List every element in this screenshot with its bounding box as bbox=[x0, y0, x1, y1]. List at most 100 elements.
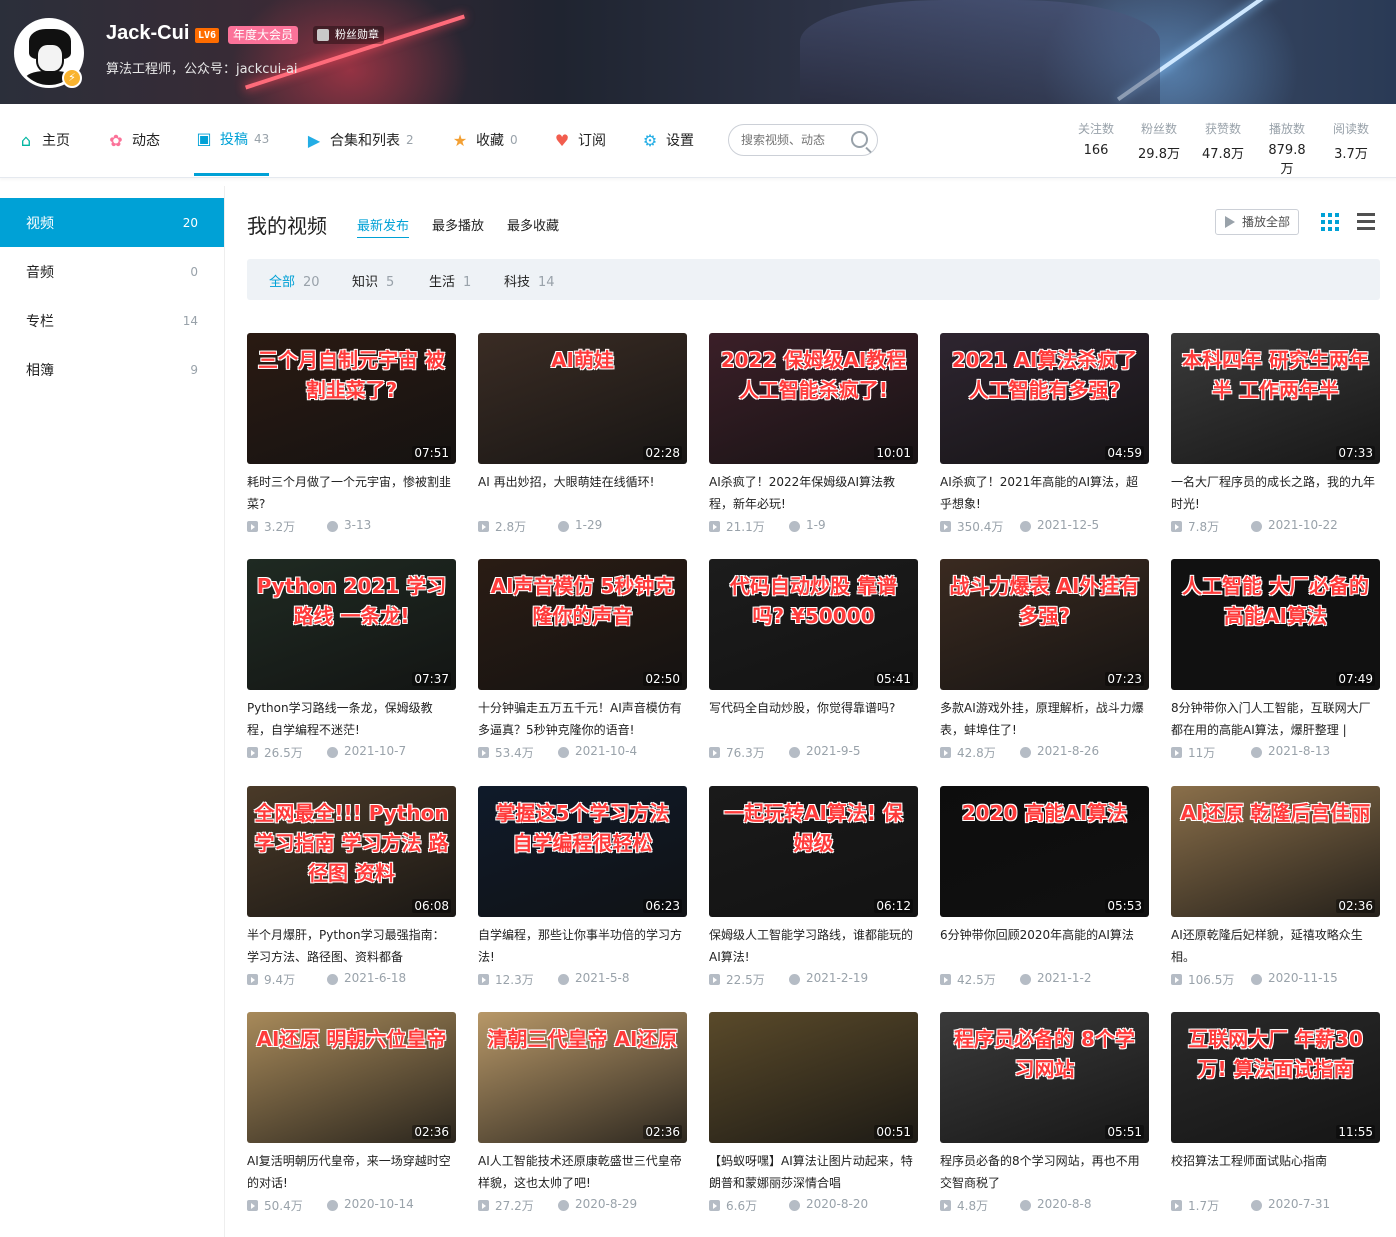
video-card[interactable]: AI萌娃 02:28 AI 再出妙招，大眼萌娃在线循环! 2.8万 1-29 bbox=[478, 333, 687, 543]
tab-settings[interactable]: ⚙ 设置 bbox=[640, 104, 694, 176]
stat-followers-label: 粉丝数 bbox=[1140, 122, 1177, 136]
video-thumbnail[interactable]: 2022 保姆级AI教程 人工智能杀疯了! 10:01 bbox=[709, 333, 918, 464]
stat-followers[interactable]: 粉丝数 29.8万 bbox=[1137, 120, 1181, 162]
video-thumbnail[interactable]: 程序员必备的 8个学习网站 05:51 bbox=[940, 1012, 1149, 1143]
stat-following[interactable]: 关注数 166 bbox=[1074, 120, 1118, 158]
play-count: 11万 bbox=[1188, 746, 1216, 760]
video-thumbnail[interactable]: 掌握这5个学习方法 自学编程很轻松 06:23 bbox=[478, 786, 687, 917]
play-count-icon bbox=[478, 974, 489, 985]
video-title[interactable]: 一名大厂程序员的成长之路，我的九年时光! bbox=[1171, 471, 1380, 515]
grid-view-icon[interactable] bbox=[1321, 213, 1339, 231]
video-thumbnail[interactable]: 人工智能 大厂必备的高能AI算法 07:49 bbox=[1171, 559, 1380, 690]
video-title[interactable]: AI杀疯了！2021年高能的AI算法，超乎想象! bbox=[940, 471, 1149, 515]
vip-badge[interactable]: 年度大会员 bbox=[228, 26, 299, 44]
list-view-icon[interactable] bbox=[1357, 213, 1375, 231]
video-card[interactable]: 本科四年 研究生两年半 工作两年半 07:33 一名大厂程序员的成长之路，我的九年时… bbox=[1171, 333, 1380, 543]
video-card[interactable]: 清朝三代皇帝 AI还原 02:36 AI人工智能技术还原康乾盛世三代皇帝样貌，这也太… bbox=[478, 1012, 687, 1222]
tab-upload-count: 43 bbox=[254, 131, 270, 146]
tab-upload[interactable]: ▣ 投稿 43 bbox=[194, 104, 270, 176]
tab-subscribe[interactable]: ♥ 订阅 bbox=[552, 104, 606, 176]
video-thumbnail[interactable]: 2020 高能AI算法 05:53 bbox=[940, 786, 1149, 917]
video-thumbnail[interactable]: 战斗力爆表 AI外挂有多强? 07:23 bbox=[940, 559, 1149, 690]
tab-collections[interactable]: ▶ 合集和列表 2 bbox=[304, 104, 414, 176]
video-thumbnail[interactable]: 00:51 bbox=[709, 1012, 918, 1143]
tab-dynamic[interactable]: ✿ 动态 bbox=[106, 104, 160, 176]
play-all-button[interactable]: 播放全部 bbox=[1215, 209, 1300, 235]
video-card[interactable]: 程序员必备的 8个学习网站 05:51 程序员必备的8个学习网站，再也不用交智商税了… bbox=[940, 1012, 1149, 1222]
video-thumbnail[interactable]: AI还原 乾隆后宫佳丽 02:36 bbox=[1171, 786, 1380, 917]
sidebar-item-video[interactable]: 视频 20 bbox=[0, 198, 224, 247]
video-title[interactable]: 写代码全自动炒股，你觉得靠谱吗? bbox=[709, 697, 918, 741]
filter-life[interactable]: 生活 1 bbox=[429, 271, 471, 290]
play-count-icon bbox=[1171, 974, 1182, 985]
clock-icon bbox=[558, 1200, 569, 1211]
play-count-icon bbox=[247, 974, 258, 985]
video-title[interactable]: Python学习路线一条龙，保姆级教程，自学编程不迷茫! bbox=[247, 697, 456, 741]
tab-home[interactable]: ⌂ 主页 bbox=[16, 104, 70, 176]
filter-tech[interactable]: 科技 14 bbox=[504, 271, 555, 290]
tab-favorites[interactable]: ★ 收藏 0 bbox=[450, 104, 518, 176]
video-card[interactable]: 2020 高能AI算法 05:53 6分钟带你回顾2020年高能的AI算法 42.5万… bbox=[940, 786, 1149, 996]
video-title[interactable]: 保姆级人工智能学习路线，谁都能玩的AI算法! bbox=[709, 924, 918, 968]
video-meta: 26.5万 2021-10-7 bbox=[247, 744, 456, 760]
video-card[interactable]: AI还原 乾隆后宫佳丽 02:36 AI还原乾隆后妃样貌，延禧攻略众生相。 106.5… bbox=[1171, 786, 1380, 996]
sort-most-played[interactable]: 最多播放 bbox=[432, 215, 484, 234]
sort-latest[interactable]: 最新发布 bbox=[357, 215, 410, 238]
video-card[interactable]: Python 2021 学习路线 一条龙! 07:37 Python学习路线一条龙，… bbox=[247, 559, 456, 769]
video-title[interactable]: 多款AI游戏外挂，原理解析，战斗力爆表，蚌埠住了! bbox=[940, 697, 1149, 741]
video-card[interactable]: 2022 保姆级AI教程 人工智能杀疯了! 10:01 AI杀疯了！2022年保姆级… bbox=[709, 333, 918, 543]
filter-knowledge[interactable]: 知识 5 bbox=[352, 271, 394, 290]
search-input[interactable] bbox=[741, 125, 851, 155]
video-title[interactable]: AI杀疯了！2022年保姆级AI算法教程，新年必玩! bbox=[709, 471, 918, 515]
video-title[interactable]: AI人工智能技术还原康乾盛世三代皇帝样貌，这也太帅了吧! bbox=[478, 1150, 687, 1194]
video-thumbnail[interactable]: AI还原 明朝六位皇帝 02:36 bbox=[247, 1012, 456, 1143]
video-thumbnail[interactable]: 一起玩转AI算法! 保姆级 06:12 bbox=[709, 786, 918, 917]
video-duration: 05:51 bbox=[1105, 1125, 1144, 1139]
sidebar-item-album[interactable]: 相簿 9 bbox=[0, 345, 224, 394]
video-card[interactable]: 互联网大厂 年薪30万! 算法面试指南 11:55 校招算法工程师面试贴心指南 1.7… bbox=[1171, 1012, 1380, 1222]
username: Jack-Cui bbox=[106, 22, 190, 44]
video-thumbnail[interactable]: 代码自动炒股 靠谱吗? ¥50000 05:41 bbox=[709, 559, 918, 690]
video-card[interactable]: 一起玩转AI算法! 保姆级 06:12 保姆级人工智能学习路线，谁都能玩的AI算法!… bbox=[709, 786, 918, 996]
video-card[interactable]: AI还原 明朝六位皇帝 02:36 AI复活明朝历代皇帝，来一场穿越时空的对话! 50… bbox=[247, 1012, 456, 1222]
filter-all[interactable]: 全部 20 bbox=[269, 271, 320, 290]
video-card[interactable]: 全网最全!!! Python学习指南 学习方法 路径图 资料 06:08 半个月爆肝… bbox=[247, 786, 456, 996]
video-title[interactable]: AI 再出妙招，大眼萌娃在线循环! bbox=[478, 471, 687, 515]
video-thumbnail[interactable]: Python 2021 学习路线 一条龙! 07:37 bbox=[247, 559, 456, 690]
video-title[interactable]: AI复活明朝历代皇帝，来一场穿越时空的对话! bbox=[247, 1150, 456, 1194]
video-thumbnail[interactable]: AI萌娃 02:28 bbox=[478, 333, 687, 464]
video-thumbnail[interactable]: 本科四年 研究生两年半 工作两年半 07:33 bbox=[1171, 333, 1380, 464]
video-title[interactable]: 十分钟骗走五万五千元！AI声音模仿有多逼真？5秒钟克隆你的语音! bbox=[478, 697, 687, 741]
video-thumbnail[interactable]: 三个月自制元宇宙 被割韭菜了? 07:51 bbox=[247, 333, 456, 464]
video-thumbnail[interactable]: AI声音模仿 5秒钟克隆你的声音 02:50 bbox=[478, 559, 687, 690]
video-card[interactable]: 2021 AI算法杀疯了 人工智能有多强? 04:59 AI杀疯了！2021年高能的… bbox=[940, 333, 1149, 543]
video-thumbnail[interactable]: 2021 AI算法杀疯了 人工智能有多强? 04:59 bbox=[940, 333, 1149, 464]
video-title[interactable]: 8分钟带你入门人工智能，互联网大厂都在用的高能AI算法，爆肝整理 | bbox=[1171, 697, 1380, 741]
filter-count: 20 bbox=[303, 275, 320, 290]
video-card[interactable]: 战斗力爆表 AI外挂有多强? 07:23 多款AI游戏外挂，原理解析，战斗力爆表，蚌… bbox=[940, 559, 1149, 769]
video-card[interactable]: 三个月自制元宇宙 被割韭菜了? 07:51 耗时三个月做了一个元宇宙，惨被割韭菜? 3… bbox=[247, 333, 456, 543]
video-title[interactable]: 耗时三个月做了一个元宇宙，惨被割韭菜? bbox=[247, 471, 456, 515]
video-card[interactable]: 00:51 【蚂蚁呀嘿】AI算法让图片动起来，特朗普和蒙娜丽莎深情合唱 6.6万 20… bbox=[709, 1012, 918, 1222]
sidebar-item-column[interactable]: 专栏 14 bbox=[0, 296, 224, 345]
publish-date: 2021-12-5 bbox=[1037, 518, 1100, 532]
sidebar-item-audio[interactable]: 音频 0 bbox=[0, 247, 224, 296]
video-title[interactable]: 【蚂蚁呀嘿】AI算法让图片动起来，特朗普和蒙娜丽莎深情合唱 bbox=[709, 1150, 918, 1194]
video-card[interactable]: 掌握这5个学习方法 自学编程很轻松 06:23 自学编程，那些让你事半功倍的学习方法… bbox=[478, 786, 687, 996]
video-title[interactable]: 程序员必备的8个学习网站，再也不用交智商税了 bbox=[940, 1150, 1149, 1194]
video-title[interactable]: 自学编程，那些让你事半功倍的学习方法! bbox=[478, 924, 687, 968]
fan-medal-badge[interactable]: 粉丝勋章 bbox=[313, 26, 384, 44]
video-thumbnail[interactable]: 互联网大厂 年薪30万! 算法面试指南 11:55 bbox=[1171, 1012, 1380, 1143]
video-card[interactable]: AI声音模仿 5秒钟克隆你的声音 02:50 十分钟骗走五万五千元！AI声音模仿有多… bbox=[478, 559, 687, 769]
search-icon[interactable] bbox=[851, 131, 868, 148]
video-title[interactable]: AI还原乾隆后妃样貌，延禧攻略众生相。 bbox=[1171, 924, 1380, 968]
sort-most-favorited[interactable]: 最多收藏 bbox=[507, 215, 559, 234]
video-card[interactable]: 代码自动炒股 靠谱吗? ¥50000 05:41 写代码全自动炒股，你觉得靠谱吗? 7… bbox=[709, 559, 918, 769]
video-title[interactable]: 校招算法工程师面试贴心指南 bbox=[1171, 1150, 1380, 1194]
video-card[interactable]: 人工智能 大厂必备的高能AI算法 07:49 8分钟带你入门人工智能，互联网大厂都在… bbox=[1171, 559, 1380, 769]
video-thumbnail[interactable]: 清朝三代皇帝 AI还原 02:36 bbox=[478, 1012, 687, 1143]
video-title[interactable]: 半个月爆肝，Python学习最强指南：学习方法、路径图、资料都备 bbox=[247, 924, 456, 968]
video-title[interactable]: 6分钟带你回顾2020年高能的AI算法 bbox=[940, 924, 1149, 968]
play-count: 7.8万 bbox=[1188, 520, 1220, 534]
video-thumbnail[interactable]: 全网最全!!! Python学习指南 学习方法 路径图 资料 06:08 bbox=[247, 786, 456, 917]
